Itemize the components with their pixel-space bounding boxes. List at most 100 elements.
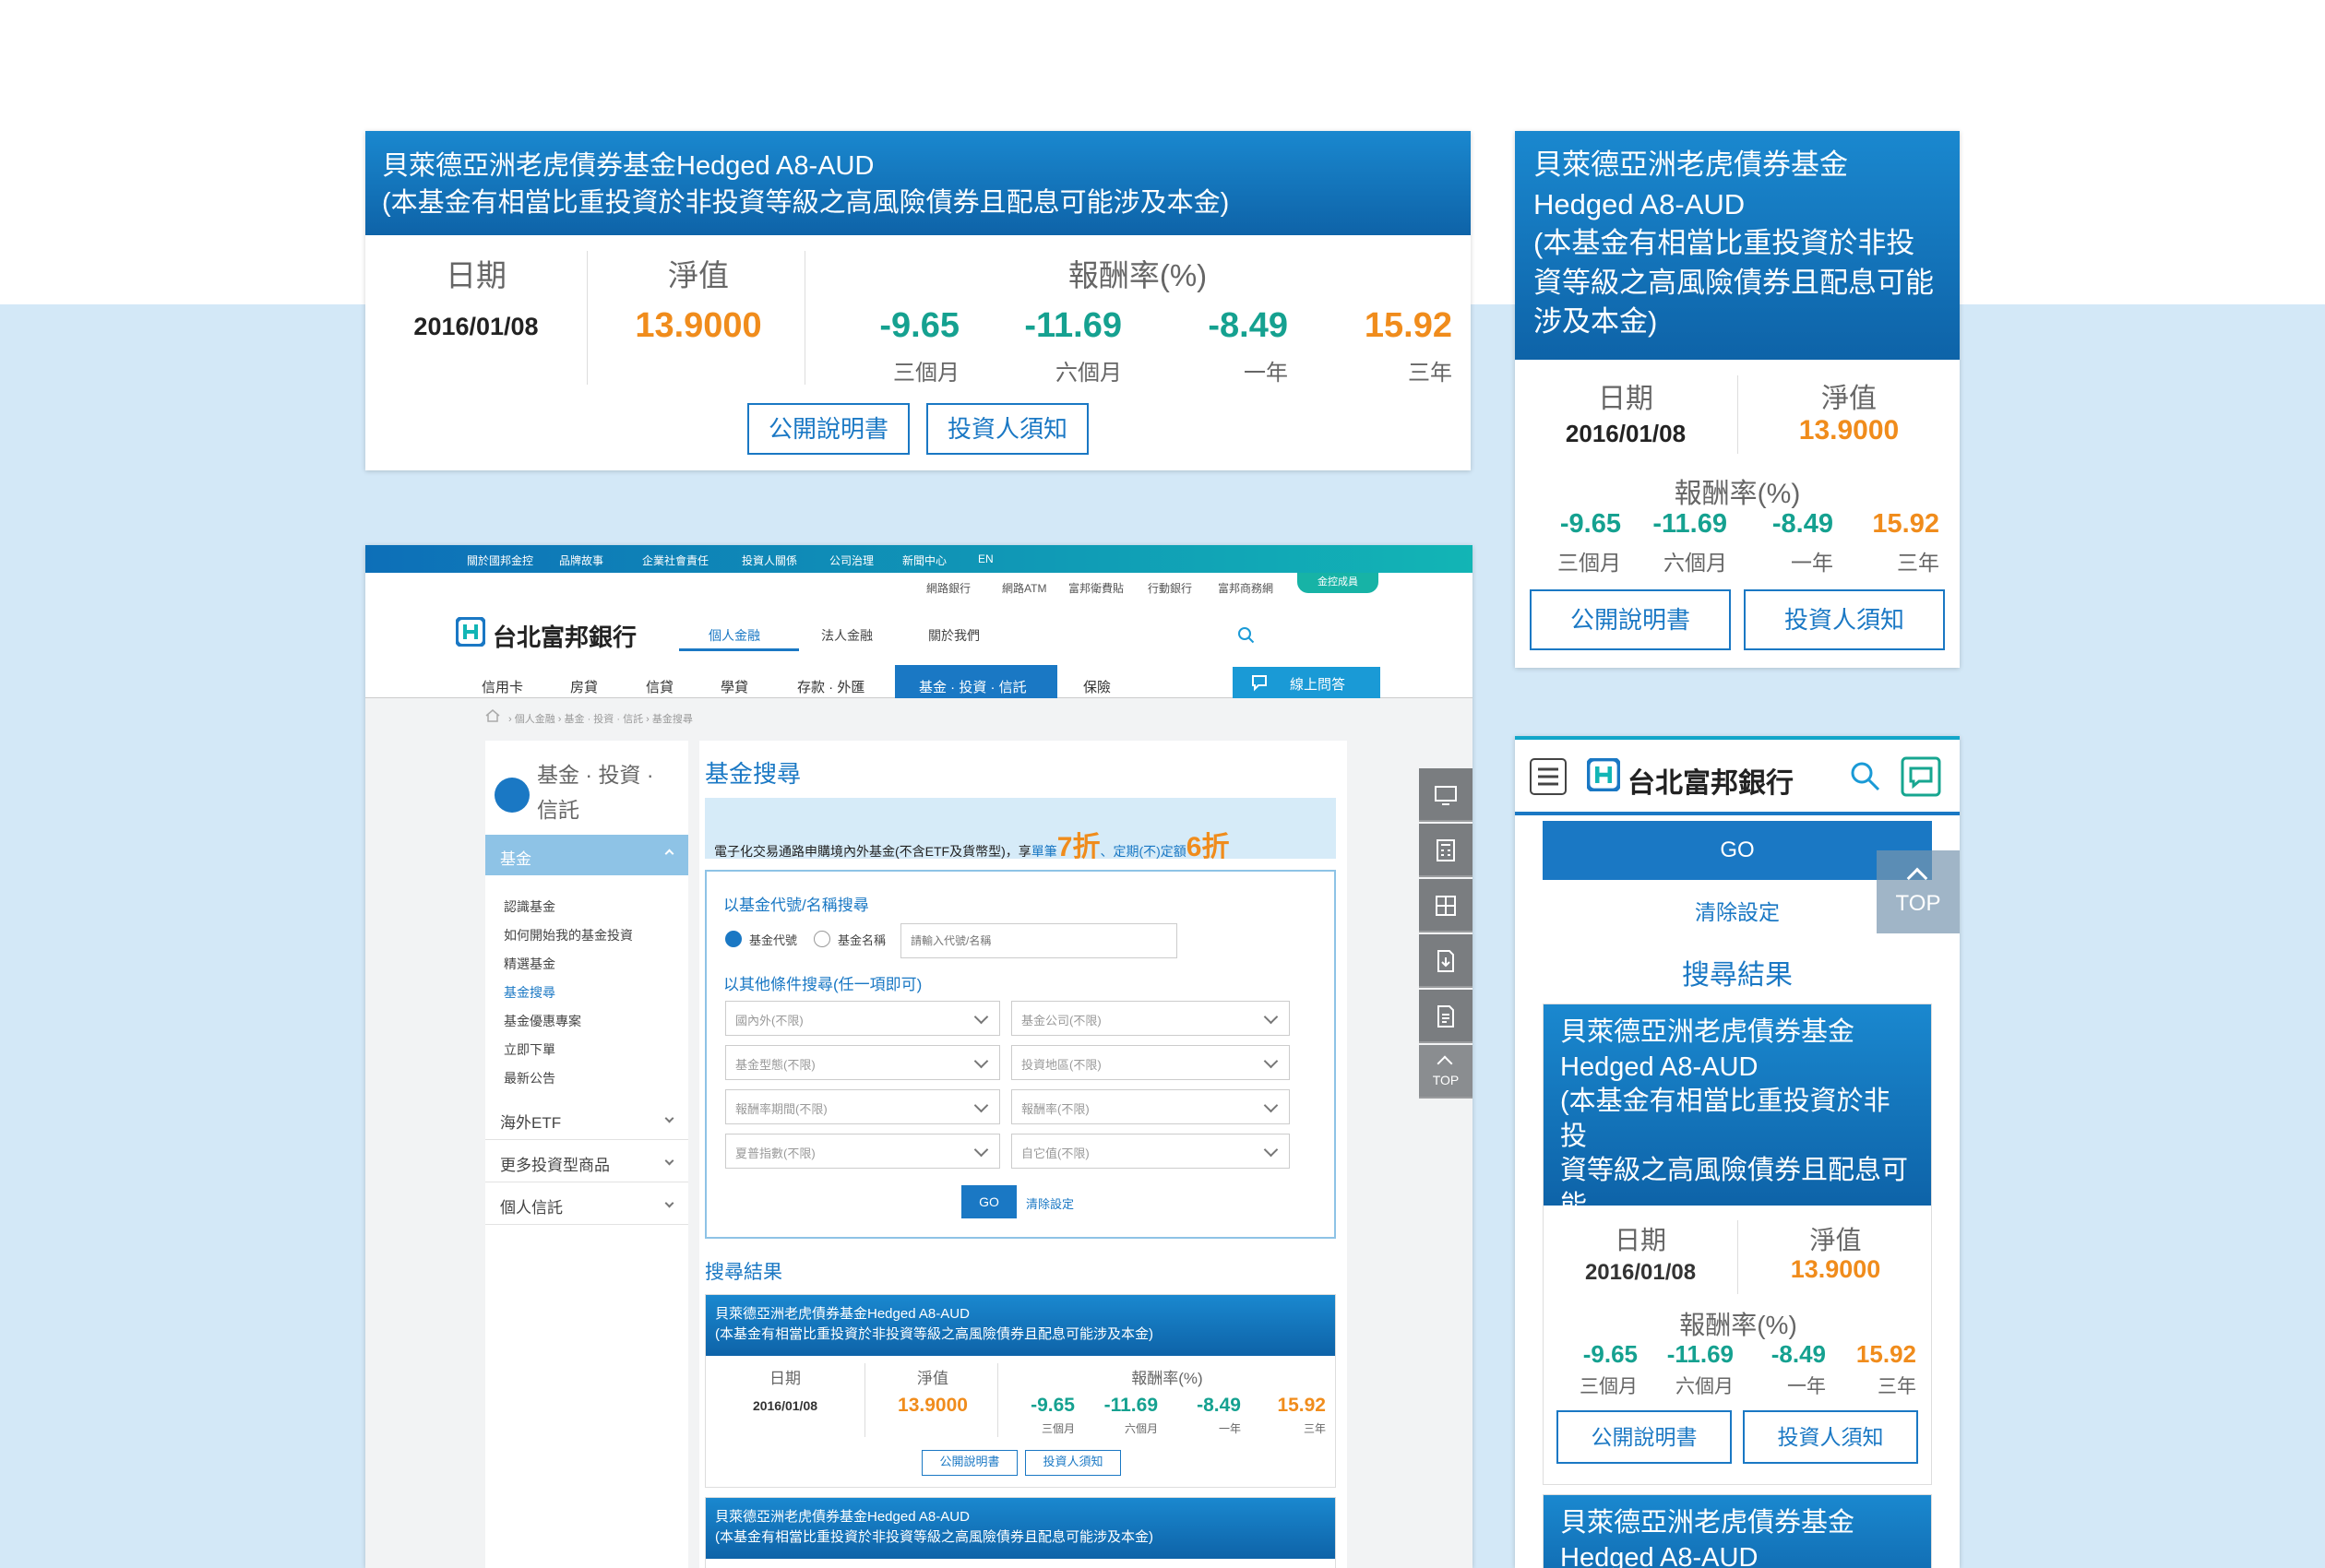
nav-item[interactable]: 保險 [1083, 677, 1111, 696]
topnav-item[interactable]: 品牌故事 [559, 552, 603, 568]
fund-note: (本基金有相當比重投資於非投資等級之高風險債券且配息可能涉及本金) [715, 1529, 1153, 1545]
return-6m: -11.69 [1652, 509, 1727, 539]
go-button[interactable]: GO [1543, 821, 1932, 880]
tab-corporate[interactable]: 法人金融 [821, 626, 873, 645]
clear-link[interactable]: 清除設定 [1026, 1194, 1074, 1212]
divider [485, 1139, 688, 1140]
prospectus-button[interactable]: 公開說明書 [1556, 1410, 1732, 1464]
go-button[interactable]: GO [961, 1185, 1017, 1218]
sidebar-subitem[interactable]: 認識基金 [504, 897, 555, 916]
date-value: 2016/01/08 [752, 1398, 818, 1413]
date-label: 日期 [446, 258, 507, 292]
bank-logo[interactable]: 台北富邦銀行 [455, 616, 637, 651]
back-to-top-button[interactable]: TOP [1419, 1045, 1472, 1099]
sidebar-subitem[interactable]: 立即下單 [504, 1040, 555, 1059]
fund-note-line2: 資等級之高風險債券且配息可能 [1560, 1156, 1909, 1220]
member-badge[interactable]: 金控成員 [1297, 573, 1378, 593]
sidebar-group[interactable]: 個人信託 [500, 1194, 563, 1218]
search-input[interactable] [900, 923, 1177, 958]
sidebar-group[interactable]: 更多投資型商品 [500, 1152, 610, 1175]
period-3y: 三年 [1303, 1422, 1326, 1435]
period-3y: 三年 [1897, 551, 1939, 575]
breadcrumb-item[interactable]: 基金搜尋 [652, 714, 693, 725]
radio-code-checked[interactable] [725, 931, 742, 947]
utility-link[interactable]: 富邦商務網 [1218, 580, 1273, 596]
return-3y: 15.92 [1364, 306, 1452, 345]
investor-notice-button[interactable]: 投資人須知 [1025, 1450, 1121, 1476]
prospectus-button[interactable]: 公開說明書 [747, 403, 910, 455]
investor-notice-button[interactable]: 投資人須知 [1744, 589, 1945, 650]
utility-link[interactable]: 網路銀行 [926, 580, 971, 596]
tool-button-calculator[interactable] [1419, 824, 1472, 877]
nav-item-funds[interactable]: 基金 · 投資 · 信託 [919, 677, 1027, 696]
search-icon[interactable] [1237, 626, 1256, 645]
tab-personal[interactable]: 個人金融 [709, 626, 760, 645]
topnav-item[interactable]: 企業社會責任 [642, 552, 709, 568]
select-area[interactable]: 投資地區(不限) [1011, 1045, 1290, 1080]
utility-link[interactable]: 富邦衛費貼 [1068, 580, 1124, 596]
sidebar-subitem[interactable]: 精選基金 [504, 955, 555, 973]
online-qa-button[interactable]: 線上問答 [1233, 667, 1380, 698]
tool-button-download[interactable] [1419, 934, 1472, 988]
sidebar-subitem[interactable]: 最新公告 [504, 1069, 555, 1087]
bank-logo-text[interactable]: 台北富邦銀行 [1628, 760, 1794, 801]
select-return[interactable]: 報酬率(不限) [1011, 1089, 1290, 1124]
chevron-up-icon [664, 849, 674, 859]
nav-item[interactable]: 信貸 [646, 677, 674, 696]
back-to-top-button[interactable]: TOP [1877, 850, 1960, 933]
sidebar-item-funds[interactable]: 基金 [485, 835, 688, 875]
utility-link[interactable]: 網路ATM [1002, 580, 1046, 596]
result-card-header[interactable]: 貝萊德亞洲老虎債券基金 Hedged A8-AUD (本基金有相當比重投資於非投… [1544, 1004, 1931, 1254]
select-return-period[interactable]: 報酬率期間(不限) [725, 1089, 1000, 1124]
nav-item[interactable]: 信用卡 [482, 677, 523, 696]
breadcrumb-item[interactable]: › [508, 714, 515, 725]
topnav-item[interactable]: 投資人關係 [742, 552, 797, 568]
tool-button-grid[interactable] [1419, 879, 1472, 932]
sidebar-title-line1: 基金 · 投資 · [537, 763, 654, 787]
radio-name[interactable] [814, 931, 830, 947]
chevron-down-icon [664, 1156, 674, 1166]
period-1y: 一年 [1244, 361, 1288, 386]
mobile-page: 台北富邦銀行 GO 清除設定 搜尋結果 TOP 貝萊德亞洲老虎債券基金 Hedg… [1515, 736, 1960, 1568]
home-icon[interactable] [485, 709, 500, 722]
topnav-item[interactable]: 公司治理 [829, 552, 874, 568]
select-other[interactable]: 自它值(不限) [1011, 1134, 1290, 1169]
sidebar-subitem-active[interactable]: 基金搜尋 [504, 983, 555, 1002]
nav-item[interactable]: 存款 · 外匯 [797, 677, 864, 696]
sidebar-subitem[interactable]: 如何開始我的基金投資 [504, 926, 633, 944]
breadcrumb-item[interactable]: 基金 · 投資 · 信託 [565, 714, 644, 725]
promo-banner[interactable]: 電子化交易通路申購境內外基金(不含ETF及貨幣型)，享單筆7折、定期(不)定額6… [705, 798, 1336, 862]
investor-notice-button[interactable]: 投資人須知 [926, 403, 1089, 455]
tool-button-document[interactable] [1419, 990, 1472, 1043]
result-card-header[interactable]: 貝萊德亞洲老虎債券基金Hedged A8-AUD (本基金有相當比重投資於非投資… [706, 1295, 1335, 1356]
utility-link[interactable]: 行動銀行 [1148, 580, 1192, 596]
chat-icon[interactable] [1901, 756, 1941, 797]
select-sharpe[interactable]: 夏普指數(不限) [725, 1134, 1000, 1169]
topnav-item[interactable]: 關於國邦金控 [467, 552, 533, 568]
tool-button-compare[interactable] [1419, 768, 1472, 822]
bank-logo-icon[interactable] [1587, 758, 1620, 791]
result-card-header[interactable]: 貝萊德亞洲老虎債券基金 Hedged A8-AUD [1544, 1495, 1931, 1568]
menu-icon[interactable] [1530, 758, 1567, 795]
investor-notice-button[interactable]: 投資人須知 [1743, 1410, 1918, 1464]
prospectus-button[interactable]: 公開說明書 [922, 1450, 1018, 1476]
period-3m: 三個月 [893, 361, 960, 386]
select-company[interactable]: 基金公司(不限) [1011, 1001, 1290, 1036]
select-region[interactable]: 國內外(不限) [725, 1001, 1000, 1036]
sidebar-subitem[interactable]: 基金優惠專案 [504, 1012, 581, 1030]
topnav-item[interactable]: 新聞中心 [902, 552, 947, 568]
prospectus-button[interactable]: 公開說明書 [1530, 589, 1731, 650]
search-icon[interactable] [1849, 760, 1882, 793]
nav-label: 淨值 [1821, 384, 1877, 414]
select-type[interactable]: 基金型態(不限) [725, 1045, 1000, 1080]
result-card-header[interactable]: 貝萊德亞洲老虎債券基金Hedged A8-AUD (本基金有相當比重投資於非投資… [706, 1498, 1335, 1559]
sidebar-group[interactable]: 海外ETF [500, 1110, 561, 1133]
breadcrumb-item[interactable]: 個人金融 [515, 714, 555, 725]
clear-link[interactable]: 清除設定 [1543, 895, 1932, 926]
nav-item[interactable]: 房貸 [570, 677, 598, 696]
topnav-item[interactable]: EN [978, 552, 994, 565]
period-6m: 六個月 [1663, 551, 1727, 575]
breadcrumb-sep: › [646, 714, 652, 725]
nav-item[interactable]: 學貸 [721, 677, 748, 696]
tab-about[interactable]: 關於我們 [928, 626, 980, 645]
